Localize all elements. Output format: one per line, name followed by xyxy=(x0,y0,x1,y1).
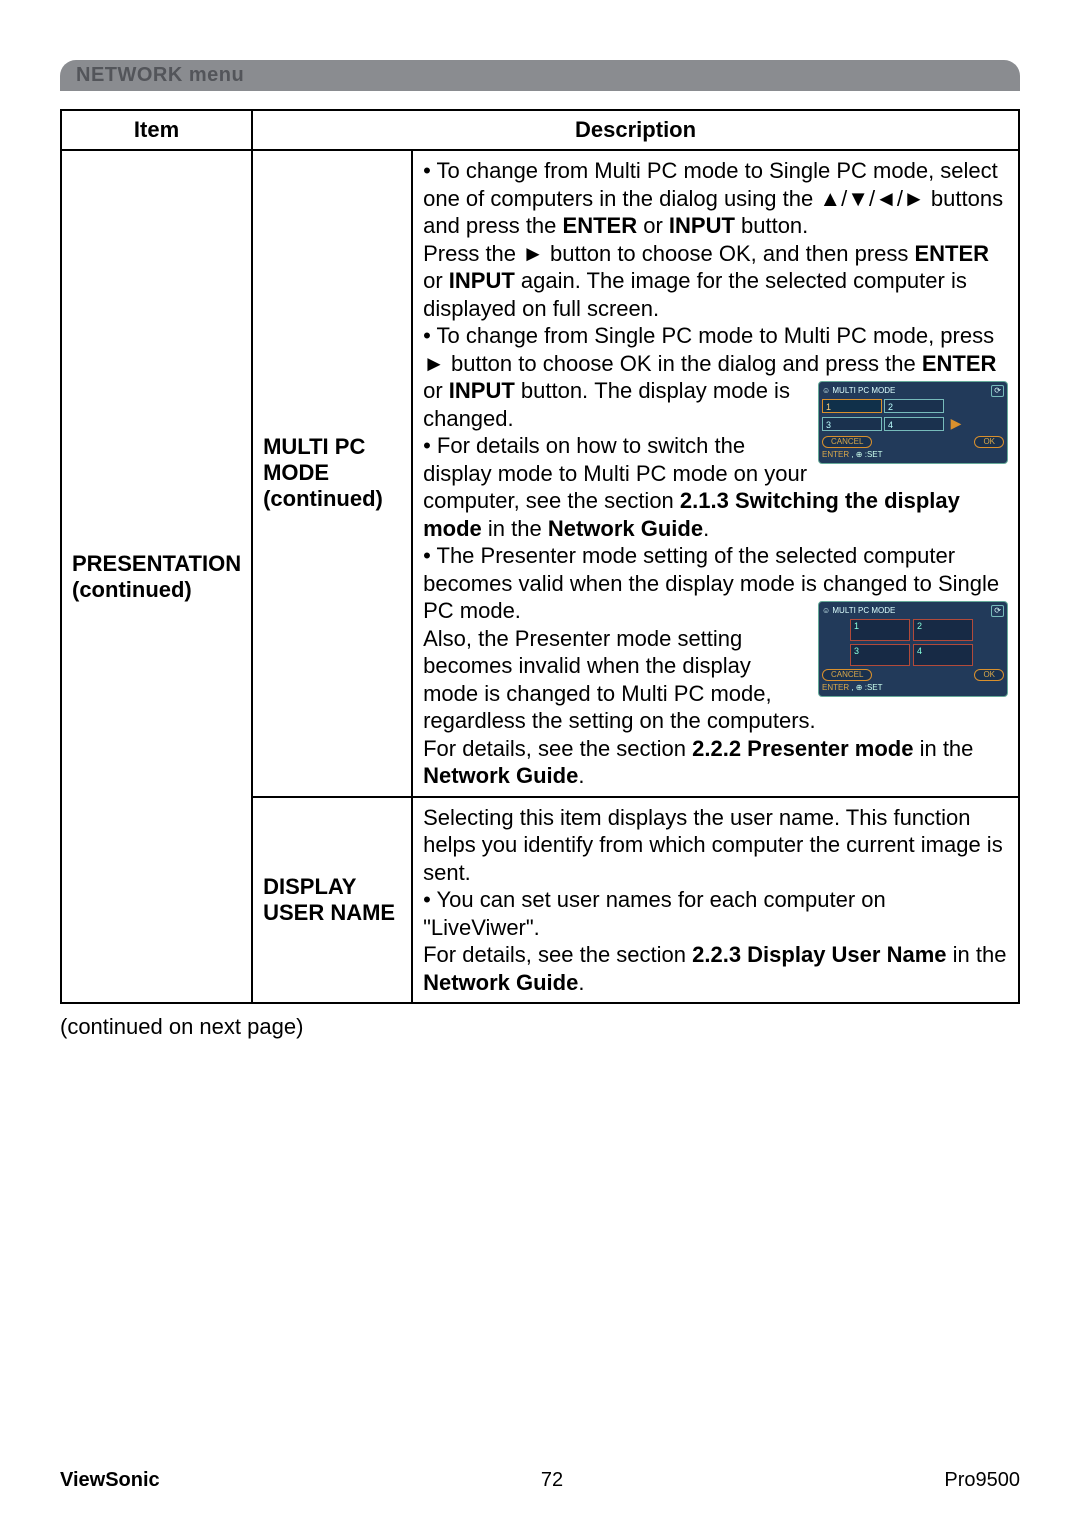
dialog-grid: 1 2 3 4 ▶ xyxy=(822,399,1004,433)
ref-guide: Network Guide xyxy=(423,970,578,995)
key-enter: ENTER xyxy=(915,241,990,266)
dialog-close-icon: ⟳ xyxy=(991,385,1004,397)
hint-enter: ENTER xyxy=(822,450,849,459)
desc-text: in the xyxy=(947,942,1007,967)
dialog-title: ☺ MULTI PC MODE xyxy=(822,386,895,396)
hint-enter: ENTER xyxy=(822,683,849,692)
section-header: NETWORK menu xyxy=(60,60,1020,91)
ref-section: 2.2.3 Display User Name xyxy=(692,942,946,967)
desc-text: Selecting this item displays the user na… xyxy=(423,805,1003,885)
desc-text: or xyxy=(423,378,449,403)
cell-desc-multipcmode: • To change from Multi PC mode to Single… xyxy=(412,150,1019,797)
ref-guide: Network Guide xyxy=(548,516,703,541)
desc-text: Press the xyxy=(423,241,522,266)
desc-text: or xyxy=(637,213,669,238)
cell-desc-displayusername: Selecting this item displays the user na… xyxy=(412,797,1019,1004)
dialog-buttons: CANCEL OK xyxy=(822,436,1004,448)
arrow-right-icon: ► xyxy=(522,241,544,266)
sub-line2: MODE xyxy=(263,460,329,485)
footer-model: Pro9500 xyxy=(944,1469,1020,1492)
hint-set: :SET xyxy=(865,450,883,459)
dialog-buttons: CANCEL OK xyxy=(822,669,1004,681)
dialog-ok-button: OK xyxy=(974,436,1004,448)
dialog-cell-4: 4 xyxy=(884,417,944,431)
cell-item-presentation: PRESENTATION (continued) xyxy=(61,150,252,1003)
cell-sub-displayusername: DISPLAY USER NAME xyxy=(252,797,412,1004)
dialog-slot-1: 1 xyxy=(850,619,910,641)
dialog-cell-3: 3 xyxy=(822,417,882,431)
dialog-cell-1: 1 xyxy=(822,399,882,413)
footer-page-number: 72 xyxy=(541,1469,563,1492)
desc-text: • To change from Single PC mode to Multi… xyxy=(423,323,994,348)
desc-text: in the xyxy=(482,516,548,541)
dialog-close-icon: ⟳ xyxy=(991,605,1004,617)
desc-text: button. xyxy=(735,213,808,238)
desc-text: button to choose OK, and then press xyxy=(544,241,915,266)
desc-text: For details, see the section xyxy=(423,942,692,967)
cell-sub-multipcmode: MULTI PC MODE (continued) xyxy=(252,150,412,797)
dialog-title-row: ☺ MULTI PC MODE ⟳ xyxy=(822,605,1004,617)
dialog-slot-2: 2 xyxy=(913,619,973,641)
key-enter: ENTER xyxy=(922,351,997,376)
desc-text: Also, the Presenter mode setting becomes… xyxy=(423,626,816,734)
desc-text: in the xyxy=(913,736,973,761)
sub-line1: DISPLAY xyxy=(263,874,356,899)
key-enter: ENTER xyxy=(563,213,638,238)
dialog-ok-button: OK xyxy=(974,669,1004,681)
network-menu-table: Item Description PRESENTATION (continued… xyxy=(60,109,1020,1004)
desc-text: For details, see the section xyxy=(423,736,692,761)
item-line1: PRESENTATION xyxy=(72,551,241,576)
multi-pc-mode-dialog-1: ☺ MULTI PC MODE ⟳ 1 2 3 4 ▶ CANCEL OK EN… xyxy=(818,381,1008,464)
desc-text: button. xyxy=(515,378,588,403)
dialog-arrow-icon: ▶ xyxy=(946,415,966,433)
dialog-slot-4: 4 xyxy=(913,644,973,666)
multi-pc-mode-dialog-2: ☺ MULTI PC MODE ⟳ 1 2 3 4 CANCEL OK ENTE… xyxy=(818,601,1008,697)
ref-guide: Network Guide xyxy=(423,763,578,788)
desc-text: . xyxy=(578,763,584,788)
dialog-quad-grid: 1 2 3 4 xyxy=(850,619,976,666)
section-header-label: NETWORK menu xyxy=(76,64,244,86)
dialog-cell-2: 2 xyxy=(884,399,944,413)
dialog-hint: ENTER , ⊕ :SET xyxy=(822,683,1004,693)
item-line2: (continued) xyxy=(72,577,192,602)
dialog-title: ☺ MULTI PC MODE xyxy=(822,606,895,616)
key-input: INPUT xyxy=(449,378,515,403)
ref-section: 2.2.2 Presenter mode xyxy=(692,736,913,761)
th-description: Description xyxy=(252,110,1019,150)
desc-text: or xyxy=(423,268,449,293)
desc-text: . xyxy=(703,516,709,541)
desc-text: . xyxy=(578,970,584,995)
dialog-title-row: ☺ MULTI PC MODE ⟳ xyxy=(822,385,1004,397)
dialog-hint: ENTER , ⊕ :SET xyxy=(822,450,1004,460)
continued-note: (continued on next page) xyxy=(60,1014,1020,1040)
desc-text: button to choose OK in the dialog and pr… xyxy=(445,351,922,376)
sub-line2: USER NAME xyxy=(263,900,395,925)
sub-line3: (continued) xyxy=(263,486,383,511)
dialog-cancel-button: CANCEL xyxy=(822,436,872,448)
key-input: INPUT xyxy=(669,213,735,238)
footer-brand: ViewSonic xyxy=(60,1469,160,1492)
th-item: Item xyxy=(61,110,252,150)
page-footer: ViewSonic 72 Pro9500 xyxy=(60,1469,1020,1492)
hint-set: :SET xyxy=(865,683,883,692)
arrow-right-icon: ► xyxy=(423,351,445,376)
dialog-cancel-button: CANCEL xyxy=(822,669,872,681)
table-header-row: Item Description xyxy=(61,110,1019,150)
desc-text: • You can set user names for each comput… xyxy=(423,887,886,940)
arrow-keys-text: ▲/▼/◄/► xyxy=(819,186,924,211)
sub-line1: MULTI PC xyxy=(263,434,365,459)
dialog-slot-3: 3 xyxy=(850,644,910,666)
table-row: PRESENTATION (continued) MULTI PC MODE (… xyxy=(61,150,1019,797)
key-input: INPUT xyxy=(449,268,515,293)
